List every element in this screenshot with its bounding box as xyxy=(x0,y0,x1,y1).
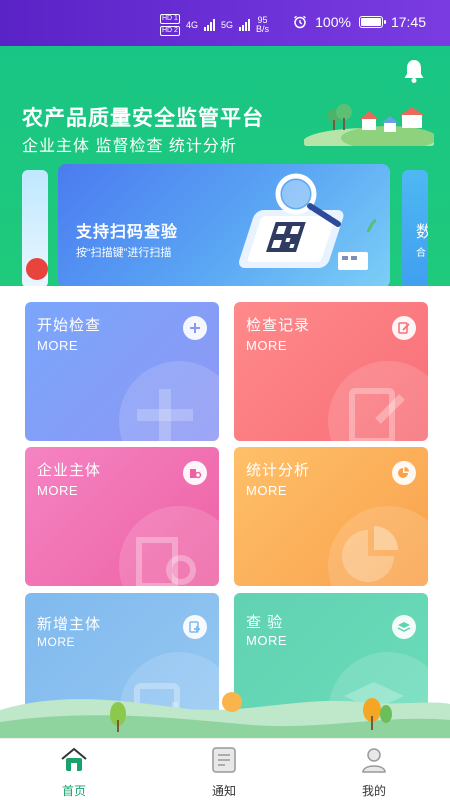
farm-illustration xyxy=(304,104,434,146)
banner-subtitle: 按“扫描键”进行扫描 xyxy=(76,247,172,259)
banner-next-peek[interactable]: 数 合 xyxy=(402,170,428,286)
tab-home-label: 首页 xyxy=(61,784,86,798)
tab-mine-label: 我的 xyxy=(361,784,386,798)
record-watermark-icon xyxy=(349,388,405,441)
hd-badges: HD 1 HD 2 xyxy=(160,14,180,36)
add-entity-icon xyxy=(183,615,207,639)
battery-fill xyxy=(360,18,381,26)
signal-1-icon xyxy=(203,19,215,31)
card-more: MORE xyxy=(37,338,78,353)
network-indicators: HD 1 HD 2 4G 5G 95 B/s xyxy=(160,14,269,36)
plus-icon xyxy=(183,316,207,340)
pie-chart-icon xyxy=(392,461,416,485)
card-more: MORE xyxy=(37,635,75,649)
pie-watermark-icon xyxy=(342,526,398,582)
landscape-illustration xyxy=(0,692,450,738)
hero-header: 农产品质量安全监管平台 企业主体 监督检查 统计分析 支持扫码查验 按“扫描键”… xyxy=(0,46,450,286)
network-speed-unit: B/s xyxy=(255,24,269,34)
edit-record-icon xyxy=(392,316,416,340)
tab-notice-label: 通知 xyxy=(211,784,236,798)
card-title: 企业主体 xyxy=(37,462,102,479)
tab-notice[interactable]: 通知 xyxy=(184,745,264,799)
hd2-badge: HD 2 xyxy=(160,26,180,36)
battery-icon xyxy=(358,16,386,28)
page-title: 农产品质量安全监管平台 xyxy=(22,107,264,130)
scan-banner[interactable]: 支持扫码查验 按“扫描键”进行扫描 xyxy=(58,164,390,286)
phone-scan-illustration xyxy=(238,173,377,270)
card-title: 统计分析 xyxy=(246,462,311,479)
network-type-1: 4G xyxy=(185,19,198,30)
home-icon xyxy=(61,747,87,771)
enterprise-entity-card[interactable]: 企业主体 MORE xyxy=(25,447,219,586)
notice-icon xyxy=(212,747,236,773)
plus-watermark-icon xyxy=(137,389,193,441)
status-bar: HD 1 HD 2 4G 5G 95 B/s 100% 17:45 xyxy=(0,0,450,46)
card-title: 开始检查 xyxy=(37,317,102,334)
card-more: MORE xyxy=(246,338,287,353)
alarm-icon xyxy=(294,15,307,29)
building-watermark-icon xyxy=(136,537,196,586)
page-subtitle: 企业主体 监督检查 统计分析 xyxy=(22,138,237,155)
card-title: 查 验 xyxy=(246,614,284,631)
banner-prev-peek[interactable] xyxy=(22,170,48,286)
building-search-icon xyxy=(183,461,207,485)
statistics-card[interactable]: 统计分析 MORE xyxy=(234,447,428,586)
card-title: 检查记录 xyxy=(246,317,311,334)
banner-next-title: 数 xyxy=(416,224,428,241)
network-speed: 95 B/s xyxy=(256,16,269,34)
bottom-tab-bar: 首页 通知 我的 xyxy=(0,738,450,800)
profile-icon xyxy=(362,748,386,773)
card-more: MORE xyxy=(37,483,78,498)
layers-icon xyxy=(392,615,416,639)
battery-percent: 100% xyxy=(315,14,351,30)
start-inspection-card[interactable]: 开始检查 MORE xyxy=(25,302,219,441)
bell-icon[interactable] xyxy=(402,58,426,84)
inspection-record-card[interactable]: 检查记录 MORE xyxy=(234,302,428,441)
tab-home[interactable]: 首页 xyxy=(34,745,114,799)
tab-mine[interactable]: 我的 xyxy=(334,745,414,799)
network-type-2: 5G xyxy=(220,19,233,30)
banner-next-sub: 合 xyxy=(416,248,426,259)
card-more: MORE xyxy=(246,483,287,498)
card-title: 新增主体 xyxy=(37,616,102,633)
hd1-badge: HD 1 xyxy=(160,14,180,24)
status-right: 100% 17:45 xyxy=(293,14,426,30)
banner-title: 支持扫码查验 xyxy=(76,224,179,241)
card-more: MORE xyxy=(246,633,287,648)
clock: 17:45 xyxy=(390,14,426,30)
signal-2-icon xyxy=(238,19,250,31)
